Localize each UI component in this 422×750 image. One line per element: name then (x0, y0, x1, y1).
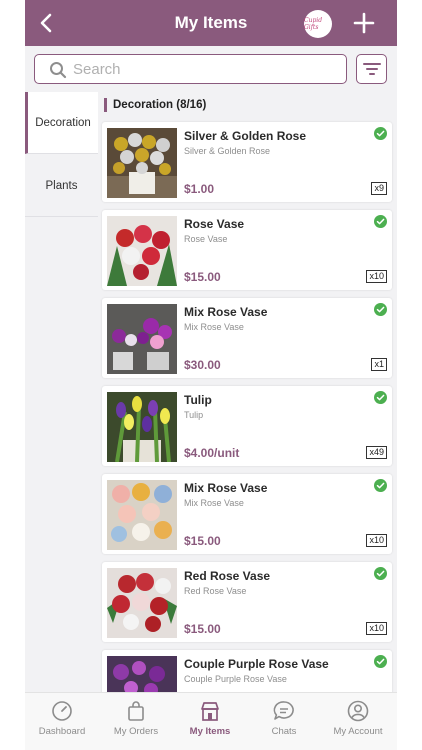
check-circle-icon (374, 391, 387, 404)
item-photo (107, 568, 177, 638)
sidebar-item-label: Plants (45, 179, 78, 192)
item-subtitle: Mix Rose Vase (184, 322, 244, 332)
check-circle-icon (374, 127, 387, 140)
search-box[interactable] (34, 54, 347, 84)
item-card[interactable]: Rose Vase Rose Vase $15.00 x10 (102, 210, 392, 290)
item-name: Red Rose Vase (184, 569, 271, 583)
check-circle-icon (374, 303, 387, 316)
item-quantity: x10 (366, 622, 387, 635)
item-price: $30.00 (184, 358, 221, 372)
tab-label: My Orders (113, 726, 159, 737)
item-quantity: x1 (371, 358, 387, 371)
check-circle-icon (374, 215, 387, 228)
item-price: $4.00/unit (184, 446, 240, 460)
item-quantity: x10 (366, 270, 387, 283)
tab-label: Chats (271, 726, 297, 737)
check-circle-icon (374, 479, 387, 492)
item-photo (107, 216, 177, 286)
item-subtitle: Red Rose Vase (184, 586, 247, 596)
item-name: Tulip (184, 393, 212, 407)
section-title: Decoration (8/16) (104, 98, 206, 112)
search-row (25, 46, 397, 92)
item-subtitle: Rose Vase (184, 234, 228, 244)
item-photo (107, 304, 177, 374)
brand-logo-text: Cupid Gifts (304, 17, 323, 31)
app-screen: My Items Cupid Gifts Decoration (25, 0, 397, 750)
search-icon (50, 62, 67, 79)
tab-chats[interactable]: Chats (247, 693, 321, 750)
tab-dashboard[interactable]: Dashboard (25, 693, 99, 750)
item-subtitle: Mix Rose Vase (184, 498, 244, 508)
tab-label: My Items (189, 726, 231, 737)
item-subtitle: Tulip (184, 410, 204, 420)
tab-label: My Account (333, 726, 383, 737)
add-item-icon[interactable] (352, 11, 376, 35)
store-icon (201, 702, 219, 721)
sidebar-item-label: Decoration (35, 116, 91, 129)
search-input[interactable] (73, 59, 333, 79)
item-photo (107, 392, 177, 462)
speedometer-icon (52, 701, 72, 721)
item-card[interactable]: Tulip Tulip $4.00/unit x49 (102, 386, 392, 466)
tab-label: Dashboard (38, 726, 86, 737)
chat-bubble-icon (273, 701, 294, 720)
item-name: Silver & Golden Rose (184, 129, 307, 143)
filter-icon (363, 63, 381, 75)
brand-logo[interactable]: Cupid Gifts (304, 10, 332, 38)
user-circle-icon (347, 700, 369, 722)
filter-button[interactable] (356, 54, 387, 84)
item-card[interactable]: Couple Purple Rose Vase Couple Purple Ro… (102, 650, 392, 692)
item-subtitle: Couple Purple Rose Vase (184, 674, 287, 684)
page-title: My Items (174, 13, 248, 32)
item-price: $15.00 (184, 270, 221, 284)
item-name: Mix Rose Vase (184, 305, 268, 319)
check-circle-icon (374, 567, 387, 580)
tab-my-account[interactable]: My Account (321, 693, 395, 750)
item-subtitle: Silver & Golden Rose (184, 146, 271, 156)
item-quantity: x10 (366, 534, 387, 547)
item-quantity: x9 (371, 182, 387, 195)
item-photo (107, 656, 177, 692)
item-photo (107, 128, 177, 198)
item-card[interactable]: Mix Rose Vase Mix Rose Vase $30.00 x1 (102, 298, 392, 378)
item-card[interactable]: Red Rose Vase Red Rose Vase $15.00 x10 (102, 562, 392, 642)
item-quantity: x49 (366, 446, 387, 459)
item-price: $1.00 (184, 182, 215, 196)
category-sidebar: Decoration Plants (25, 92, 98, 692)
sidebar-item-plants[interactable]: Plants (25, 155, 98, 217)
tab-my-orders[interactable]: My Orders (99, 693, 173, 750)
item-name: Mix Rose Vase (184, 481, 268, 495)
check-circle-icon (374, 655, 387, 668)
item-card[interactable]: Mix Rose Vase Mix Rose Vase $15.00 x10 (102, 474, 392, 554)
item-name: Couple Purple Rose Vase (184, 657, 329, 671)
bottom-tab-bar: Dashboard My Orders My Items Chats My Ac… (25, 692, 397, 750)
item-photo (107, 480, 177, 550)
shopping-bag-icon (128, 701, 144, 721)
item-price: $15.00 (184, 534, 221, 548)
top-bar: My Items Cupid Gifts (25, 0, 397, 46)
sidebar-item-decoration[interactable]: Decoration (25, 92, 98, 154)
tab-my-items[interactable]: My Items (173, 693, 247, 750)
item-card[interactable]: Silver & Golden Rose Silver & Golden Ros… (102, 122, 392, 202)
item-name: Rose Vase (184, 217, 245, 231)
item-price: $15.00 (184, 622, 221, 636)
item-list: Decoration (8/16) Silver & Golden Rose S… (98, 92, 397, 692)
